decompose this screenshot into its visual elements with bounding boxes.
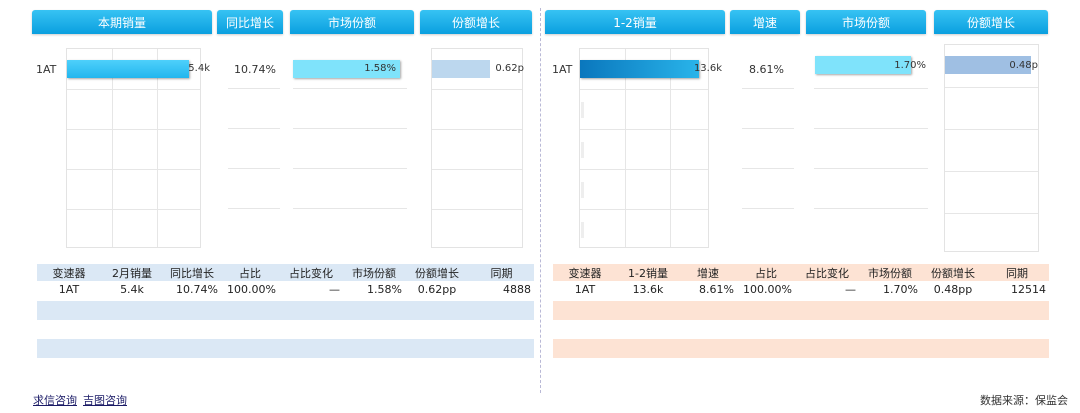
header-share-growth-r: 份额增长: [934, 10, 1048, 34]
share-growth-value-r: 0.48p: [1009, 60, 1038, 71]
col-header: 市场份额: [859, 264, 921, 281]
share-column: [293, 48, 407, 248]
share-column-r: [814, 48, 928, 248]
table-cell: 100.00%: [743, 283, 792, 296]
table-stripe: [553, 301, 1049, 320]
sales-chart-panel: [66, 48, 201, 248]
table-cell: 0.62pp: [417, 283, 457, 296]
col-header: 1-2销量: [617, 264, 679, 281]
col-header: 占比: [221, 264, 279, 281]
col-header: 同期: [469, 264, 534, 281]
table-cell: —: [845, 283, 856, 296]
col-header: 占比变化: [795, 264, 859, 281]
footer-link-qiuxin[interactable]: 求信咨询: [33, 394, 77, 407]
table-stripe: [37, 339, 534, 358]
header-share-r: 市场份额: [806, 10, 926, 34]
table-cell: 100.00%: [227, 283, 276, 296]
sales-ytd-chart-panel: [579, 48, 709, 248]
col-header: 变速器: [37, 264, 101, 281]
table-cell: 1.70%: [883, 283, 918, 296]
col-header: 同期: [985, 264, 1049, 281]
table-cell: 4888: [503, 283, 531, 296]
table-cell: 10.74%: [176, 283, 218, 296]
col-header: 同比增长: [163, 264, 221, 281]
left-data-table: 变速器 2月销量 同比增长 占比 占比变化 市场份额 份额增长 同期 1AT 5…: [37, 264, 534, 298]
table-cell: —: [329, 283, 340, 296]
col-header: 份额增长: [921, 264, 985, 281]
yoy-column: [228, 48, 280, 248]
placeholder-mark: [581, 142, 584, 158]
header-yoy: 同比增长: [217, 10, 283, 34]
row-label-1at-r: 1AT: [552, 63, 573, 76]
speed-value: 8.61%: [749, 63, 784, 76]
sales-ytd-value: 13.6k: [693, 63, 722, 74]
table-cell: 8.61%: [699, 283, 734, 296]
table-cell: 13.6k: [632, 283, 664, 296]
col-header: 2月销量: [101, 264, 163, 281]
share-value: 1.58%: [364, 63, 396, 74]
col-header: 市场份额: [343, 264, 405, 281]
right-data-table: 变速器 1-2销量 增速 占比 占比变化 市场份额 份额增长 同期 1AT 13…: [553, 264, 1049, 298]
footer-link-jitu[interactable]: 吉图咨询: [83, 394, 127, 407]
header-share: 市场份额: [290, 10, 414, 34]
header-sales-ytd: 1-2销量: [545, 10, 725, 34]
speed-column: [742, 48, 794, 248]
table-row: 1AT 13.6k 8.61% 100.00% — 1.70% 0.48pp 1…: [553, 281, 1049, 298]
table-stripe: [553, 339, 1049, 358]
panel-divider: [540, 8, 541, 393]
table-cell: 1AT: [574, 283, 596, 296]
col-header: 增速: [679, 264, 737, 281]
header-share-growth: 份额增长: [420, 10, 532, 34]
col-header: 份额增长: [405, 264, 469, 281]
left-table-header: 变速器 2月销量 同比增长 占比 占比变化 市场份额 份额增长 同期: [37, 264, 534, 281]
table-stripe: [37, 301, 534, 320]
table-row: 1AT 5.4k 10.74% 100.00% — 1.58% 0.62pp 4…: [37, 281, 534, 298]
share-growth-value: 0.62p: [495, 63, 524, 74]
share-growth-panel: [431, 48, 523, 248]
table-cell: 1.58%: [367, 283, 402, 296]
header-sales: 本期销量: [32, 10, 212, 34]
header-speed: 增速: [730, 10, 800, 34]
col-header: 占比变化: [279, 264, 343, 281]
share-value-r: 1.70%: [894, 60, 926, 71]
placeholder-mark: [581, 182, 584, 198]
table-cell: 1AT: [58, 283, 80, 296]
yoy-value: 10.74%: [234, 63, 276, 76]
row-label-1at: 1AT: [36, 63, 57, 76]
data-source: 数据来源：保监会: [980, 394, 1068, 407]
sales-value: 5.4k: [188, 63, 210, 74]
share-growth-panel-r: [944, 44, 1039, 252]
placeholder-mark: [581, 102, 584, 118]
table-cell: 5.4k: [120, 283, 144, 296]
col-header: 变速器: [553, 264, 617, 281]
table-cell: 12514: [1011, 283, 1046, 296]
right-table-header: 变速器 1-2销量 增速 占比 占比变化 市场份额 份额增长 同期: [553, 264, 1049, 281]
placeholder-mark: [581, 222, 584, 238]
footer-links: 求信咨询 吉图咨询: [33, 392, 133, 408]
table-cell: 0.48pp: [933, 283, 973, 296]
col-header: 占比: [737, 264, 795, 281]
